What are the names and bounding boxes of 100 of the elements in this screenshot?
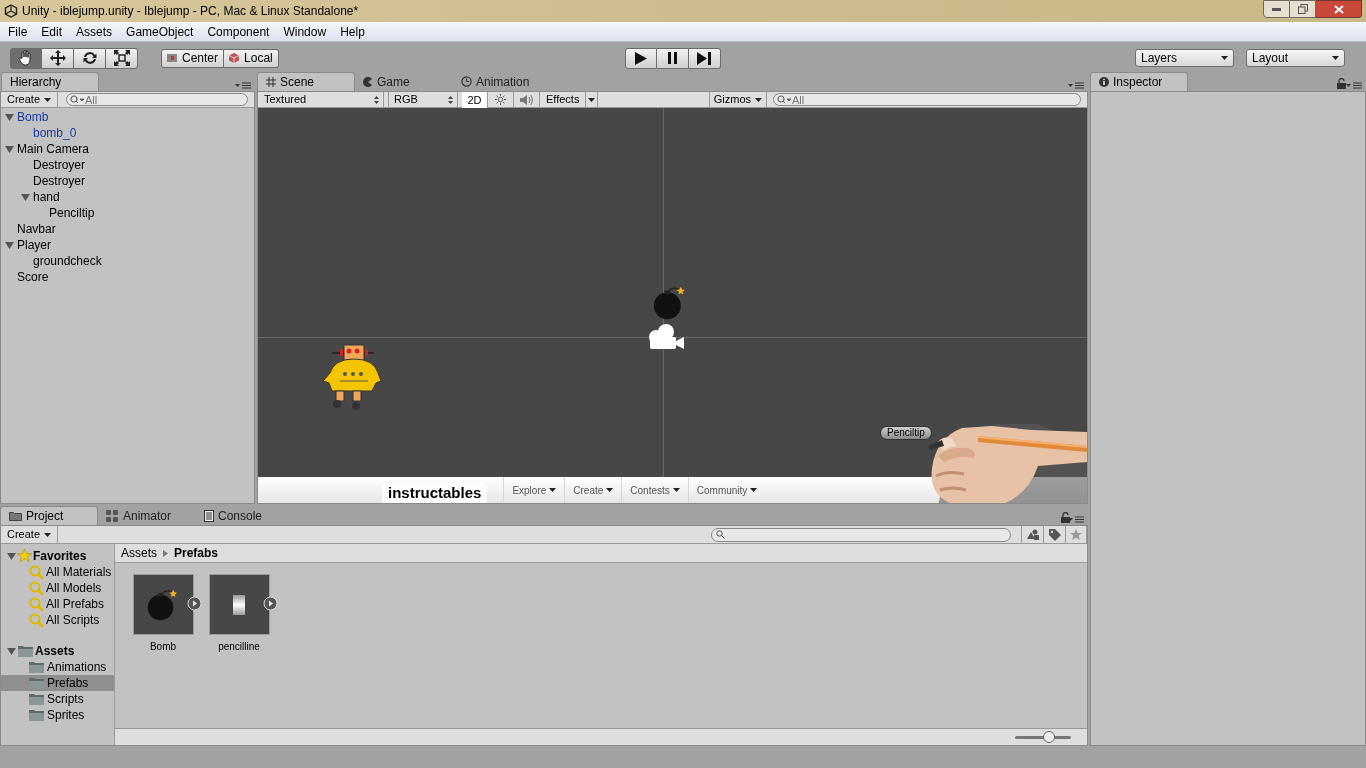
hierarchy-item[interactable]: bomb_0 xyxy=(33,125,77,141)
scene-viewport[interactable]: Penciltip instructables Explore Create Contests Community xyxy=(258,108,1087,503)
minimize-button[interactable] xyxy=(1263,0,1290,18)
assets-header[interactable]: Assets xyxy=(35,642,75,660)
zoom-slider[interactable] xyxy=(1015,731,1071,743)
expanded-arrow-icon[interactable] xyxy=(5,144,14,154)
expanded-arrow-icon[interactable] xyxy=(21,192,30,202)
effects-dropdown[interactable]: Effects xyxy=(540,91,599,108)
panel-menu-icon[interactable] xyxy=(1068,516,1084,523)
asset-label[interactable]: pencilline xyxy=(218,639,260,654)
lock-icon[interactable] xyxy=(1337,78,1346,89)
search-icon xyxy=(716,530,725,539)
create-dropdown[interactable]: Create xyxy=(1,91,59,108)
folder-item[interactable]: Animations xyxy=(1,659,114,675)
favorite-button[interactable] xyxy=(1065,525,1087,544)
pause-button[interactable] xyxy=(656,47,689,69)
lock-icon[interactable] xyxy=(1061,512,1070,523)
asset-thumbnail[interactable] xyxy=(208,574,270,635)
navbar-link: Contests xyxy=(621,477,688,503)
gizmos-dropdown[interactable]: Gizmos xyxy=(708,91,767,108)
hierarchy-item[interactable]: groundcheck xyxy=(33,253,102,269)
info-icon xyxy=(1099,77,1109,87)
favorite-item[interactable]: All Models xyxy=(46,579,102,597)
search-field[interactable]: All xyxy=(773,93,1081,106)
panel-menu-icon[interactable] xyxy=(1068,82,1084,89)
restore-icon xyxy=(1297,4,1308,14)
breadcrumb-arrow-icon xyxy=(163,549,168,557)
pivot-button[interactable]: Center xyxy=(161,48,225,68)
hierarchy-item[interactable]: Destroyer xyxy=(33,157,85,173)
panel-menu-icon[interactable] xyxy=(235,82,251,89)
navbar-logo: instructables xyxy=(382,483,488,503)
panel-menu-icon[interactable] xyxy=(1346,82,1362,89)
caret-icon xyxy=(588,97,596,102)
expanded-arrow-icon[interactable] xyxy=(7,646,16,656)
search-icon xyxy=(777,95,791,104)
menu-item[interactable]: Component xyxy=(200,22,277,41)
panel-tab[interactable]: Hierarchy xyxy=(1,72,99,91)
panel-tab[interactable]: Inspector xyxy=(1090,72,1188,91)
tool-button[interactable] xyxy=(42,47,74,69)
asset-thumbnail[interactable] xyxy=(132,574,194,635)
panel-tab[interactable]: Animation xyxy=(453,72,551,91)
hierarchy-item[interactable]: hand xyxy=(33,189,60,205)
search-field[interactable]: All xyxy=(66,93,248,106)
folder-item[interactable]: Prefabs xyxy=(1,675,114,691)
panel-tab[interactable]: Scene xyxy=(257,72,355,91)
menu-item[interactable]: File xyxy=(1,22,35,41)
slider-thumb[interactable] xyxy=(1042,731,1055,743)
layout-dropdown[interactable]: Layout xyxy=(1246,49,1345,67)
expanded-arrow-icon[interactable] xyxy=(5,112,14,122)
updown-icon xyxy=(448,95,453,104)
caret-icon xyxy=(750,488,758,492)
pivot-button[interactable]: Local xyxy=(224,48,279,68)
move-icon xyxy=(48,49,67,67)
folder-item[interactable]: Sprites xyxy=(1,707,114,723)
panel-tab[interactable]: Game xyxy=(355,72,453,91)
tool-button[interactable] xyxy=(106,47,138,69)
menu-item[interactable]: GameObject xyxy=(119,22,201,41)
create-dropdown[interactable]: Create xyxy=(1,525,59,544)
menu-item[interactable]: Help xyxy=(333,22,372,41)
play-button[interactable] xyxy=(624,47,657,69)
tool-button[interactable] xyxy=(74,47,106,69)
camera-icon[interactable] xyxy=(646,323,686,351)
hierarchy-item[interactable]: Bomb xyxy=(17,109,49,125)
folder-item[interactable]: Scripts xyxy=(1,691,114,707)
nodes-icon xyxy=(106,509,119,522)
menu-item[interactable]: Assets xyxy=(69,22,120,41)
restore-button[interactable] xyxy=(1290,0,1316,18)
favorite-item[interactable]: All Prefabs xyxy=(46,595,105,613)
mode-2d-toggle[interactable]: 2D xyxy=(462,91,488,108)
expanded-arrow-icon[interactable] xyxy=(5,240,14,250)
tool-button[interactable] xyxy=(10,47,42,69)
hierarchy-item[interactable]: Player xyxy=(17,237,51,253)
menu-item[interactable]: Window xyxy=(276,22,334,41)
favorite-item[interactable]: All Scripts xyxy=(46,611,100,629)
favorites-header[interactable]: Favorites xyxy=(33,547,87,565)
search-icon xyxy=(29,612,44,628)
hierarchy-item[interactable]: Navbar xyxy=(17,221,56,237)
breadcrumb-item[interactable]: Assets xyxy=(121,544,157,562)
panel-tab[interactable]: Project xyxy=(0,506,98,525)
menu-item[interactable]: Edit xyxy=(34,22,70,41)
hierarchy-item[interactable]: Main Camera xyxy=(17,141,90,157)
close-button[interactable] xyxy=(1316,0,1362,18)
hierarchy-item[interactable]: Score xyxy=(17,269,49,285)
panel-tab[interactable]: Console xyxy=(196,506,294,525)
folder-icon xyxy=(29,709,44,721)
panel-tab[interactable]: Animator xyxy=(98,506,196,525)
hierarchy-item[interactable]: Penciltip xyxy=(49,205,95,221)
step-button[interactable] xyxy=(688,47,721,69)
shading-dropdown[interactable]: Textured xyxy=(258,91,384,108)
layers-dropdown[interactable]: Layers xyxy=(1135,49,1234,67)
search-field[interactable] xyxy=(711,527,1011,542)
asset-label[interactable]: Bomb xyxy=(149,639,177,654)
breadcrumb-item[interactable]: Prefabs xyxy=(174,544,219,562)
favorite-item[interactable]: All Materials xyxy=(46,563,112,581)
search-icon xyxy=(70,95,85,104)
channel-dropdown[interactable]: RGB xyxy=(388,91,458,108)
pacman-icon xyxy=(363,76,373,87)
expanded-arrow-icon[interactable] xyxy=(7,551,16,561)
navbar-link: Explore xyxy=(503,477,565,503)
hierarchy-item[interactable]: Destroyer xyxy=(33,173,85,189)
